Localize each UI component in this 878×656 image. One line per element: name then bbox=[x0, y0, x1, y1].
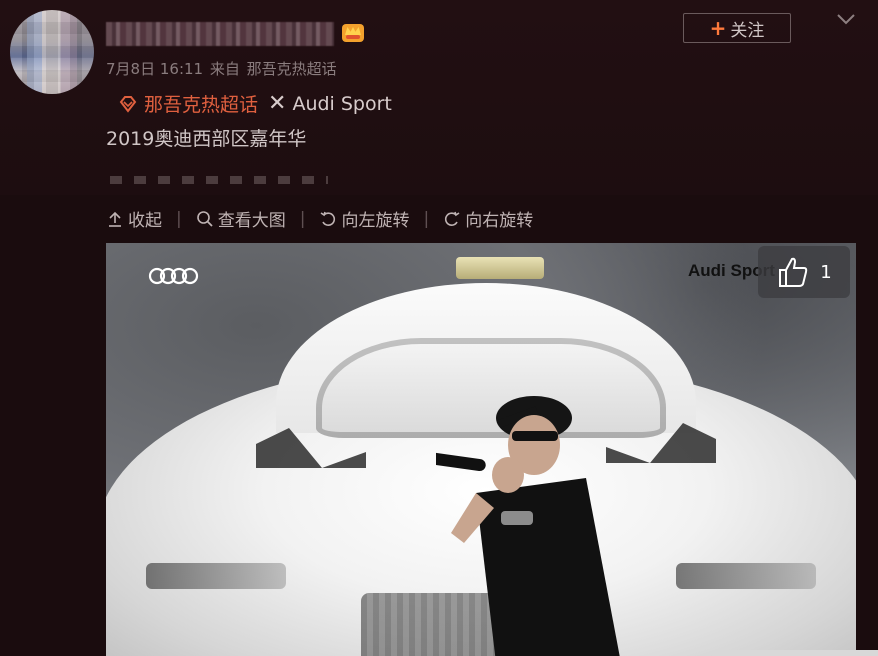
crown-icon bbox=[342, 24, 364, 42]
collab-x-icon: ✕ bbox=[268, 91, 287, 116]
post-image[interactable]: Audi Sport bbox=[106, 243, 856, 656]
image-toolbar: 收起 | 查看大图 | 向左旋转 | 向右旋转 bbox=[106, 206, 533, 231]
topic-icon bbox=[119, 95, 137, 113]
separator: | bbox=[423, 208, 430, 229]
roof-light bbox=[456, 257, 544, 279]
collapse-icon bbox=[109, 211, 121, 227]
collapse-button[interactable]: 收起 bbox=[106, 206, 162, 231]
username-blurred[interactable] bbox=[106, 22, 334, 46]
view-large-button[interactable]: 查看大图 bbox=[196, 206, 286, 231]
follow-button[interactable]: + 关注 bbox=[683, 13, 791, 43]
scroll-indicator bbox=[712, 650, 878, 656]
plus-icon: + bbox=[709, 16, 727, 40]
post-date: 7月8日 16:11 bbox=[106, 60, 204, 78]
obscured-text bbox=[110, 176, 328, 184]
source-prefix: 来自 bbox=[209, 60, 240, 78]
source-link[interactable]: 那吾克热超话 bbox=[247, 60, 337, 78]
chevron-down-icon[interactable] bbox=[836, 12, 856, 26]
separator: | bbox=[176, 208, 182, 229]
separator: | bbox=[299, 208, 306, 229]
topic-link[interactable]: 那吾克热超话 bbox=[144, 90, 258, 117]
collapse-label: 收起 bbox=[128, 211, 162, 231]
rotate-right-button[interactable]: 向右旋转 bbox=[443, 206, 533, 231]
like-count: 1 bbox=[820, 261, 832, 283]
post-text: 2019奥迪西部区嘉年华 bbox=[106, 128, 307, 150]
like-button[interactable]: 1 bbox=[758, 246, 850, 298]
avatar[interactable] bbox=[10, 10, 94, 94]
headlight-left bbox=[146, 563, 286, 589]
post-card: + 关注 7月8日 16:11 来自 那吾克热超话 那吾克热超话 ✕ Audi … bbox=[0, 0, 878, 195]
post-meta: 7月8日 16:11 来自 那吾克热超话 bbox=[106, 58, 339, 79]
rotate-right-label: 向右旋转 bbox=[465, 211, 534, 231]
brand-link[interactable]: Audi Sport bbox=[292, 93, 391, 115]
search-icon bbox=[196, 210, 213, 227]
rotate-right-icon bbox=[445, 211, 460, 226]
topic-row: 那吾克热超话 ✕ Audi Sport bbox=[118, 90, 392, 117]
follow-label: 关注 bbox=[730, 20, 765, 41]
performer-figure bbox=[436, 396, 620, 656]
view-large-label: 查看大图 bbox=[217, 211, 286, 231]
rotate-left-label: 向左旋转 bbox=[341, 211, 410, 231]
thumbs-up-icon bbox=[779, 257, 808, 287]
audi-rings-logo bbox=[148, 267, 199, 285]
rotate-left-icon bbox=[321, 211, 336, 226]
headlight-right bbox=[676, 563, 816, 589]
rotate-left-button[interactable]: 向左旋转 bbox=[319, 206, 409, 231]
